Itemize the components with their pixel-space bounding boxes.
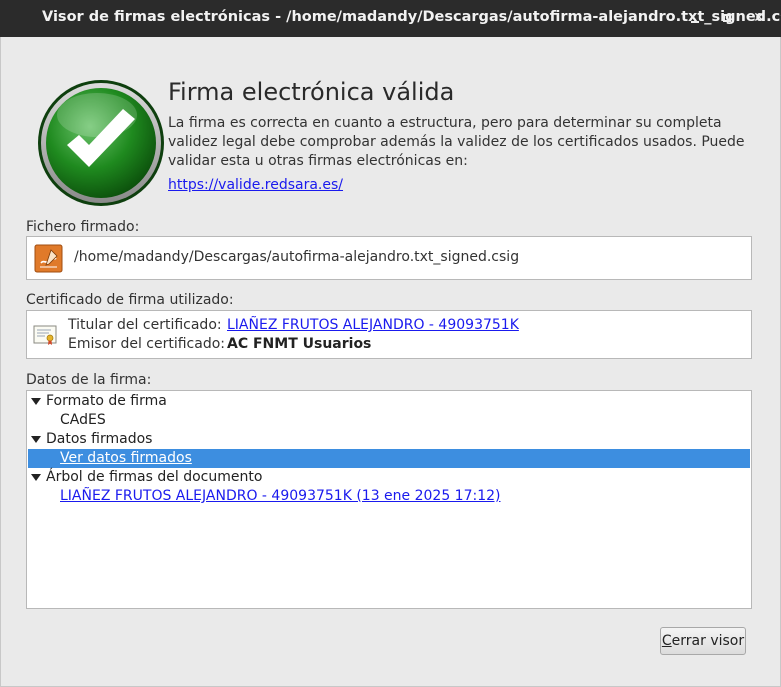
window-titlebar: Visor de firmas electrónicas - /home/mad… — [0, 0, 781, 37]
tree-node-label: Árbol de firmas del documento — [46, 469, 263, 485]
expander-down-icon[interactable] — [31, 436, 41, 443]
tree-node-signature-tree[interactable]: Árbol de firmas del documento — [28, 468, 750, 487]
view-signed-data-link[interactable]: Ver datos firmados — [60, 449, 192, 468]
signature-data-label: Datos de la firma: — [26, 372, 152, 388]
certificate-holder-label: Titular del certificado: — [68, 317, 222, 333]
close-window-button[interactable]: ✕ — [749, 8, 769, 28]
minimize-button[interactable] — [685, 8, 705, 28]
expander-down-icon[interactable] — [31, 398, 41, 405]
maximize-icon — [723, 14, 731, 22]
valid-check-icon — [38, 80, 164, 206]
tree-leaf-view-signed-data[interactable]: Ver datos firmados — [28, 449, 750, 468]
signed-file-icon — [34, 244, 63, 273]
tree-leaf-format-value[interactable]: CAdES — [28, 411, 750, 430]
signed-file-box: /home/madandy/Descargas/autofirma-alejan… — [26, 236, 752, 280]
signature-tree[interactable]: Formato de firma CAdES Datos firmados Ve… — [26, 390, 752, 609]
signed-file-label: Fichero firmado: — [26, 219, 140, 235]
tree-node-signed-data[interactable]: Datos firmados — [28, 430, 750, 449]
close-button-label: errar visor — [671, 633, 745, 649]
status-description: La firma es correcta en cuanto a estruct… — [168, 115, 745, 169]
status-heading: Firma electrónica válida — [168, 78, 455, 106]
tree-leaf-label: CAdES — [60, 412, 106, 428]
tree-node-format[interactable]: Formato de firma — [28, 392, 750, 411]
certificate-issuer-label: Emisor del certificado: — [68, 336, 225, 352]
certificate-holder-row: Titular del certificado: LIAÑEZ FRUTOS AL… — [68, 317, 519, 333]
close-button-mnemonic: C — [661, 633, 672, 649]
certificate-label: Certificado de firma utilizado: — [26, 292, 234, 308]
tree-node-label: Formato de firma — [46, 393, 167, 409]
maximize-button[interactable] — [717, 8, 737, 28]
tree-leaf-signer[interactable]: LIAÑEZ FRUTOS ALEJANDRO - 49093751K (13 … — [28, 487, 750, 506]
certificate-box: Titular del certificado: LIAÑEZ FRUTOS AL… — [26, 310, 752, 359]
certificate-issuer-row: Emisor del certificado: AC FNMT Usuarios — [68, 336, 371, 352]
valide-link[interactable]: https://valide.redsara.es/ — [168, 177, 343, 193]
certificate-holder-link[interactable]: LIAÑEZ FRUTOS ALEJANDRO - 49093751K — [227, 317, 519, 333]
signer-link[interactable]: LIAÑEZ FRUTOS ALEJANDRO - 49093751K (13 … — [60, 487, 501, 506]
certificate-issuer-value: AC FNMT Usuarios — [227, 336, 372, 352]
tree-node-label: Datos firmados — [46, 431, 153, 447]
expander-down-icon[interactable] — [31, 474, 41, 481]
signed-file-path: /home/madandy/Descargas/autofirma-alejan… — [74, 249, 520, 265]
close-icon: ✕ — [753, 10, 765, 26]
certificate-icon — [33, 325, 57, 345]
close-viewer-button[interactable]: Cerrar visor — [660, 627, 746, 655]
window-title: Visor de firmas electrónicas - /home/mad… — [42, 9, 781, 25]
minimize-icon — [691, 21, 699, 23]
